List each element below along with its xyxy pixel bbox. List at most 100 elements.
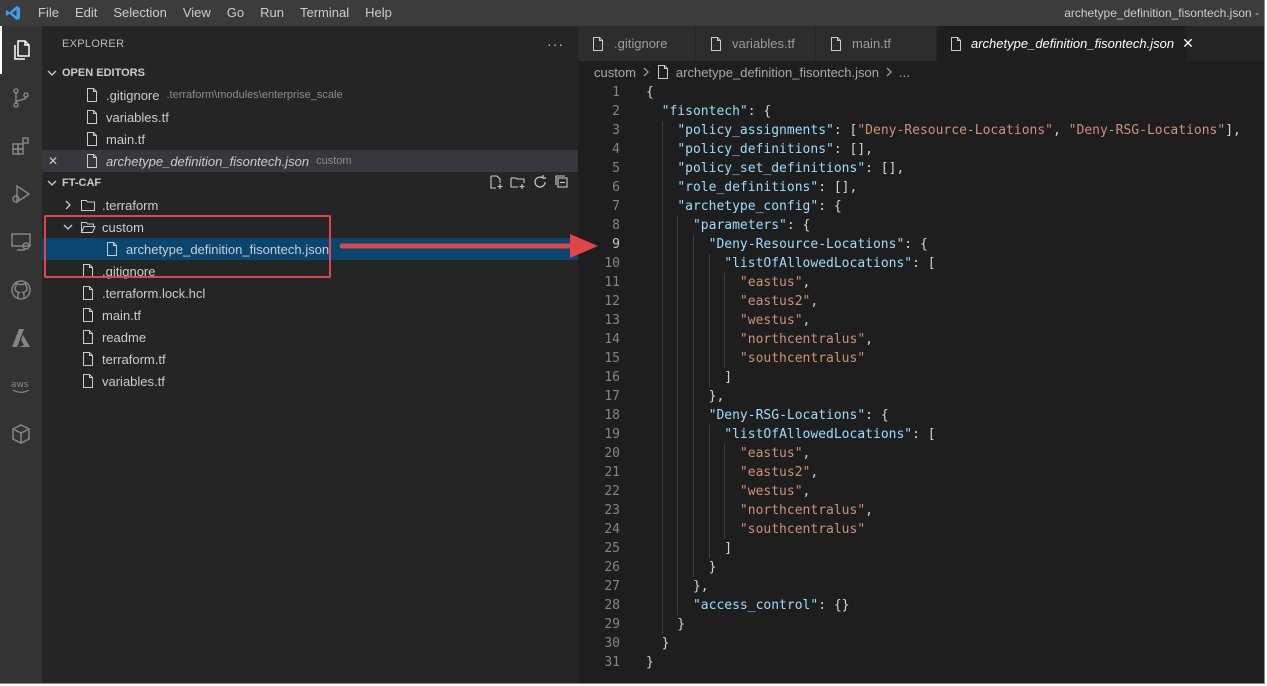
- menu-edit[interactable]: Edit: [67, 0, 105, 26]
- editor-tab[interactable]: variables.tf: [696, 26, 816, 61]
- indent-guide: [677, 558, 679, 577]
- tree-file-item[interactable]: terraform.tf: [42, 348, 578, 370]
- line-number: 11: [604, 275, 620, 290]
- code-line[interactable]: 5 "policy_set_definitions": [],: [578, 159, 1264, 178]
- github-icon[interactable]: [0, 266, 42, 314]
- aws-icon[interactable]: aws: [0, 362, 42, 410]
- indent-guide: [661, 520, 663, 539]
- extensions-icon[interactable]: [0, 122, 42, 170]
- menu-terminal[interactable]: Terminal: [292, 0, 357, 26]
- code-line[interactable]: 4 "policy_definitions": [],: [578, 140, 1264, 159]
- code-line[interactable]: 3 "policy_assignments": ["Deny-Resource-…: [578, 121, 1264, 140]
- indent-guide: [661, 178, 663, 197]
- open-editors-label: OPEN EDITORS: [62, 67, 145, 79]
- file-icon: [708, 36, 724, 52]
- code-line[interactable]: 27 },: [578, 577, 1264, 596]
- code-line[interactable]: 26 }: [578, 558, 1264, 577]
- breadcrumb-item[interactable]: ...: [899, 65, 910, 80]
- code-view[interactable]: 1{2 "fisontech": {3 "policy_assignments"…: [578, 83, 1264, 672]
- close-icon[interactable]: ✕: [1182, 35, 1194, 52]
- code-line[interactable]: 2 "fisontech": {: [578, 102, 1264, 121]
- code-text: "eastus",: [620, 273, 810, 292]
- source-control-icon[interactable]: [0, 74, 42, 122]
- code-line[interactable]: 15 "southcentralus": [578, 349, 1264, 368]
- code-line[interactable]: 25 ]: [578, 539, 1264, 558]
- indent-guide: [692, 406, 694, 425]
- tree-file-item[interactable]: main.tf: [42, 304, 578, 326]
- code-line[interactable]: 30 }: [578, 634, 1264, 653]
- code-line[interactable]: 18 "Deny-RSG-Locations": {: [578, 406, 1264, 425]
- indent-guide: [708, 273, 710, 292]
- tree-file-item[interactable]: .terraform.lock.hcl: [42, 282, 578, 304]
- azure-icon[interactable]: [0, 314, 42, 362]
- line-number: 4: [612, 142, 620, 157]
- code-line[interactable]: 21 "eastus2",: [578, 463, 1264, 482]
- code-line[interactable]: 10 "listOfAllowedLocations": [: [578, 254, 1264, 273]
- menu-selection[interactable]: Selection: [105, 0, 174, 26]
- indent-guide: [692, 539, 694, 558]
- code-line[interactable]: 16 ]: [578, 368, 1264, 387]
- code-line[interactable]: 17 },: [578, 387, 1264, 406]
- editor-tab[interactable]: archetype_definition_fisontech.json ✕: [937, 26, 1194, 61]
- breadcrumb-item[interactable]: custom: [594, 65, 636, 80]
- menu-view[interactable]: View: [175, 0, 219, 26]
- indent-guide: [677, 235, 679, 254]
- indent-guide: [708, 349, 710, 368]
- code-line[interactable]: 11 "eastus",: [578, 273, 1264, 292]
- tab-label: variables.tf: [732, 36, 795, 51]
- run-debug-icon[interactable]: [0, 170, 42, 218]
- code-line[interactable]: 23 "northcentralus",: [578, 501, 1264, 520]
- refresh-icon[interactable]: [532, 174, 548, 193]
- tree-folder-item[interactable]: .terraform: [42, 194, 578, 216]
- close-icon[interactable]: ✕: [42, 154, 64, 168]
- open-editor-item[interactable]: main.tf: [42, 128, 578, 150]
- indent-guide: [724, 330, 726, 349]
- code-line[interactable]: 29 }: [578, 615, 1264, 634]
- menu-help[interactable]: Help: [357, 0, 400, 26]
- code-line[interactable]: 12 "eastus2",: [578, 292, 1264, 311]
- code-line[interactable]: 28 "access_control": {}: [578, 596, 1264, 615]
- explorer-icon[interactable]: [0, 26, 42, 74]
- code-line[interactable]: 13 "westus",: [578, 311, 1264, 330]
- code-line[interactable]: 7 "archetype_config": {: [578, 197, 1264, 216]
- indent-guide: [724, 349, 726, 368]
- code-line[interactable]: 6 "role_definitions": [],: [578, 178, 1264, 197]
- code-text: {: [646, 85, 654, 100]
- open-editor-item[interactable]: .gitignore .terraform\modules\enterprise_…: [42, 84, 578, 106]
- open-editors-header[interactable]: OPEN EDITORS: [42, 62, 578, 84]
- code-line[interactable]: 14 "northcentralus",: [578, 330, 1264, 349]
- code-line[interactable]: 31}: [578, 653, 1264, 672]
- code-line[interactable]: 8 "parameters": {: [578, 216, 1264, 235]
- indent-guide: [692, 482, 694, 501]
- open-editor-item[interactable]: variables.tf: [42, 106, 578, 128]
- indent-guide: [708, 463, 710, 482]
- code-line[interactable]: 22 "westus",: [578, 482, 1264, 501]
- more-actions-icon[interactable]: ···: [547, 36, 564, 52]
- menu-go[interactable]: Go: [219, 0, 252, 26]
- code-line[interactable]: 1{: [578, 83, 1264, 102]
- code-line[interactable]: 9 "Deny-Resource-Locations": {: [578, 235, 1264, 254]
- indent-guide: [677, 273, 679, 292]
- indent-guide: [677, 254, 679, 273]
- editor-tab[interactable]: main.tf: [816, 26, 937, 61]
- breadcrumb-item[interactable]: archetype_definition_fisontech.json: [676, 65, 879, 80]
- new-folder-icon[interactable]: [510, 174, 526, 193]
- collapse-all-icon[interactable]: [554, 174, 570, 193]
- window-title: archetype_definition_fisontech.json -: [1064, 6, 1259, 20]
- code-text: }: [646, 636, 670, 651]
- ft-caf-header[interactable]: FT-CAF: [42, 172, 578, 194]
- tree-file-item[interactable]: readme: [42, 326, 578, 348]
- line-number: 13: [604, 313, 620, 328]
- remote-explorer-icon[interactable]: [0, 218, 42, 266]
- package-icon[interactable]: [0, 410, 42, 458]
- editor-tab[interactable]: .gitignore: [578, 26, 696, 61]
- code-line[interactable]: 20 "eastus",: [578, 444, 1264, 463]
- menu-file[interactable]: File: [30, 0, 67, 26]
- menu-run[interactable]: Run: [252, 0, 292, 26]
- indent-guide: [692, 558, 694, 577]
- code-line[interactable]: 24 "southcentralus": [578, 520, 1264, 539]
- open-editor-item[interactable]: ✕ archetype_definition_fisontech.json cust…: [42, 150, 578, 172]
- new-file-icon[interactable]: [488, 174, 504, 193]
- code-line[interactable]: 19 "listOfAllowedLocations": [: [578, 425, 1264, 444]
- tree-file-item[interactable]: variables.tf: [42, 370, 578, 392]
